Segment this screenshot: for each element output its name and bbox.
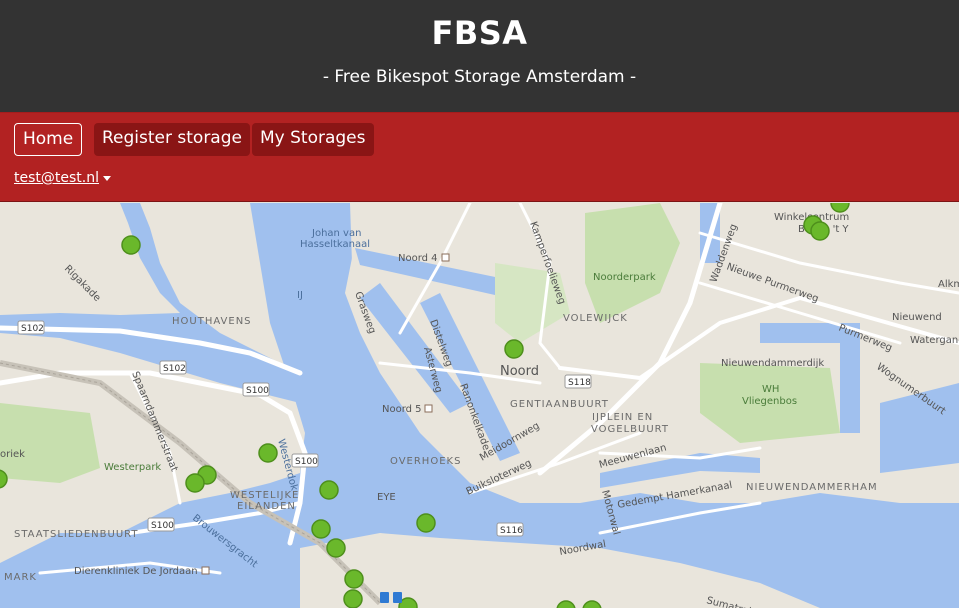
label-nieuwend: Nieuwend	[892, 312, 942, 323]
label-vliegenbos: Vliegenbos	[742, 396, 797, 407]
label-noorderpark: Noorderpark	[593, 272, 656, 283]
storage-marker[interactable]	[319, 480, 339, 500]
label-nieuwendammerdijk: Nieuwendammerdijk	[721, 358, 824, 369]
svg-text:S100: S100	[246, 386, 269, 396]
svg-text:S102: S102	[21, 324, 44, 334]
map-view[interactable]: S102 S102 S100 S100 S100 S118 S116 HOUTH…	[0, 203, 959, 608]
storage-marker[interactable]	[258, 443, 278, 463]
label-westerpark: Westerpark	[104, 462, 161, 473]
map-canvas[interactable]: S102 S102 S100 S100 S100 S118 S116 HOUTH…	[0, 203, 959, 608]
label-ij: IJ	[297, 290, 303, 301]
storage-marker[interactable]	[326, 538, 346, 558]
label-mark: MARK	[4, 572, 37, 583]
label-noord5: Noord 5	[382, 404, 422, 415]
train-station-icon	[380, 592, 389, 603]
metro-icon	[441, 253, 450, 262]
label-eilanden: EILANDEN	[237, 501, 296, 512]
storage-marker[interactable]	[121, 235, 141, 255]
storage-marker[interactable]	[185, 473, 205, 493]
storage-marker[interactable]	[810, 221, 830, 241]
storage-marker[interactable]	[311, 519, 331, 539]
label-houthavens: HOUTHAVENS	[172, 316, 252, 327]
label-staatsliedenbuurt: STAATSLIEDENBUURT	[14, 529, 139, 540]
label-noord: Noord	[500, 364, 539, 379]
svg-text:S100: S100	[151, 521, 174, 531]
westerpark-park	[0, 403, 100, 483]
svg-text:S100: S100	[295, 457, 318, 467]
brand-subtitle: - Free Bikespot Storage Amsterdam -	[322, 67, 637, 87]
user-email: test@test.nl	[14, 170, 99, 186]
label-alkm: Alkm	[938, 279, 959, 290]
nav-register-storage[interactable]: Register storage	[94, 123, 250, 156]
label-hasseltkanaal: Hasseltkanaal	[300, 239, 370, 250]
label-noord4: Noord 4	[398, 253, 438, 264]
storage-marker[interactable]	[504, 339, 524, 359]
label-gentiaanbuurt: GENTIAANBUURT	[510, 399, 609, 410]
label-wh: WH	[762, 384, 779, 395]
label-vogelbuurt: VOGELBUURT	[591, 424, 669, 435]
label-nieuwendammerham: NIEUWENDAMMERHAM	[746, 482, 878, 493]
label-dierenkliniek: Dierenkliniek De Jordaan	[74, 566, 198, 577]
nav-home[interactable]: Home	[14, 123, 83, 156]
svg-text:S118: S118	[568, 378, 591, 388]
label-overhoeks: OVERHOEKS	[390, 456, 461, 467]
label-ijplein: IJPLEIN EN	[592, 412, 653, 423]
site-header: FBSA - Free Bikespot Storage Amsterdam -	[0, 0, 959, 112]
svg-text:S116: S116	[500, 526, 523, 536]
label-johan-van: Johan van	[311, 228, 361, 239]
main-navbar: Home Register storage My Storages test@t…	[0, 112, 959, 202]
storage-marker[interactable]	[416, 513, 436, 533]
storage-marker[interactable]	[344, 569, 364, 589]
nav-my-storages[interactable]: My Storages	[252, 123, 374, 156]
storage-marker[interactable]	[343, 589, 363, 608]
label-oriek: oriek	[0, 449, 25, 460]
metro-station-icon	[393, 592, 402, 603]
label-watergang: Watergang	[910, 335, 959, 346]
label-volewijck: VOLEWIJCK	[563, 313, 628, 324]
poi-icon	[201, 566, 210, 575]
user-menu[interactable]: test@test.nl	[14, 170, 111, 186]
brand-title: FBSA	[431, 14, 528, 52]
svg-text:S102: S102	[163, 364, 186, 374]
caret-down-icon	[102, 175, 111, 181]
metro-icon	[424, 404, 433, 413]
label-eye: EYE	[377, 492, 396, 503]
